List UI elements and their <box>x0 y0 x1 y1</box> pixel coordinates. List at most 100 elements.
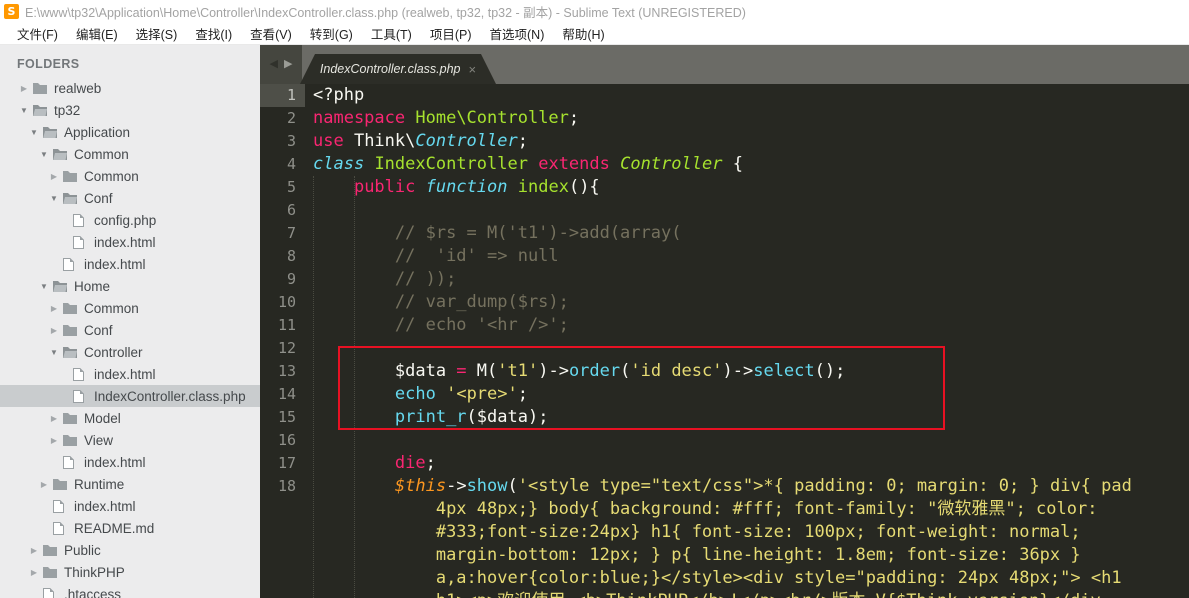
tree-folder-Common[interactable]: ▶ Common <box>0 165 260 187</box>
folder-icon <box>62 433 79 447</box>
code-text: $this->show('<style type="text/css">*{ p… <box>394 476 1132 496</box>
tree-file-index.html[interactable]: index.html <box>0 231 260 253</box>
tree-folder-Common[interactable]: ▼ Common <box>0 143 260 165</box>
tree-file-index.html[interactable]: index.html <box>0 451 260 473</box>
tree-item-label: View <box>84 432 114 448</box>
code-line[interactable]: 11 // echo '<hr />'; <box>260 314 1189 337</box>
code-line[interactable]: h1><p>欢迎使用 <b>ThinkPHP</b>!</p><br/>版本 V… <box>260 590 1189 598</box>
tree-file-config.php[interactable]: config.php <box>0 209 260 231</box>
chevron-down-icon[interactable]: ▼ <box>46 348 62 357</box>
code-line[interactable]: 6 <box>260 199 1189 222</box>
code-line[interactable]: 5 public function index(){ <box>260 176 1189 199</box>
tree-item-label: realweb <box>54 80 102 96</box>
tree-folder-tp32[interactable]: ▼ tp32 <box>0 99 260 121</box>
code-area[interactable]: 1 <?php 2 namespace Home\Controller; 3 use Th… <box>260 84 1189 598</box>
chevron-right-icon[interactable]: ▶ <box>36 480 52 489</box>
code-line[interactable]: 4 class IndexController extends Controlle… <box>260 153 1189 176</box>
nav-forward-icon[interactable]: ▶ <box>284 59 292 70</box>
tree-folder-Conf[interactable]: ▼ Conf <box>0 187 260 209</box>
menu-item[interactable]: 文件(F) <box>8 21 67 46</box>
tree-file-index.html[interactable]: index.html <box>0 363 260 385</box>
tree-folder-Public[interactable]: ▶ Public <box>0 539 260 561</box>
tree-folder-View[interactable]: ▶ View <box>0 429 260 451</box>
menu-item[interactable]: 编辑(E) <box>67 21 127 46</box>
tree-file-index.html[interactable]: index.html <box>0 253 260 275</box>
sublime-logo-icon: S <box>4 3 19 19</box>
code-line[interactable]: 15 print_r($data); <box>260 406 1189 429</box>
nav-back-icon[interactable]: ◀ <box>270 59 278 70</box>
code-text: h1><p>欢迎使用 <b>ThinkPHP</b>!</p><br/>版本 V… <box>305 590 1189 598</box>
code-line[interactable]: 14 echo '<pre>'; <box>260 383 1189 406</box>
tree-folder-ThinkPHP[interactable]: ▶ ThinkPHP <box>0 561 260 583</box>
tree-folder-Controller[interactable]: ▼ Controller <box>0 341 260 363</box>
folder-icon <box>32 81 49 95</box>
tree-folder-realweb[interactable]: ▶ realweb <box>0 77 260 99</box>
code-line[interactable]: 16 <box>260 429 1189 452</box>
chevron-right-icon[interactable]: ▶ <box>26 568 42 577</box>
code-line[interactable]: 3 use Think\Controller; <box>260 130 1189 153</box>
menu-item[interactable]: 工具(T) <box>362 21 421 46</box>
code-text: // $rs = M('t1')->add(array( <box>394 223 682 243</box>
chevron-right-icon[interactable]: ▶ <box>46 326 62 335</box>
line-number: 12 <box>277 339 296 357</box>
chevron-down-icon[interactable]: ▼ <box>36 150 52 159</box>
tree-folder-Conf[interactable]: ▶ Conf <box>0 319 260 341</box>
code-line[interactable]: 9 // )); <box>260 268 1189 291</box>
tab-active[interactable]: IndexController.class.php × <box>300 54 496 84</box>
menu-bar: 文件(F) 编辑(E) 选择(S) 查找(I) 查看(V) 转到(G) 工具(T) 项目(P)… <box>0 22 1189 45</box>
menu-item[interactable]: 项目(P) <box>421 21 481 46</box>
tree-folder-Runtime[interactable]: ▶ Runtime <box>0 473 260 495</box>
menu-item[interactable]: 查找(I) <box>186 21 241 46</box>
tree-item-label: Common <box>84 168 139 184</box>
tree-file-.htaccess[interactable]: .htaccess <box>0 583 260 598</box>
code-line[interactable]: 12 <box>260 337 1189 360</box>
code-line[interactable]: 17 die; <box>260 452 1189 475</box>
menu-item[interactable]: 帮助(H) <box>553 21 613 46</box>
menu-item[interactable]: 首选项(N) <box>481 21 554 46</box>
code-line[interactable]: a,a:hover{color:blue;}</style><div style… <box>260 567 1189 590</box>
tree-item-label: Common <box>84 300 139 316</box>
code-text: a,a:hover{color:blue;}</style><div style… <box>435 568 1122 588</box>
chevron-right-icon[interactable]: ▶ <box>16 84 32 93</box>
chevron-down-icon[interactable]: ▼ <box>26 128 42 137</box>
menu-item[interactable]: 转到(G) <box>301 21 362 46</box>
chevron-right-icon[interactable]: ▶ <box>46 414 62 423</box>
sidebar: FOLDERS ▶ realweb ▼ tp32 ▼ Application ▼ Common… <box>0 45 260 598</box>
code-line[interactable]: 13 $data = M('t1')->order('id desc')->se… <box>260 360 1189 383</box>
code-line[interactable]: 8 // 'id' => null <box>260 245 1189 268</box>
tree-file-README.md[interactable]: README.md <box>0 517 260 539</box>
folder-icon <box>62 323 79 337</box>
tree-folder-Application[interactable]: ▼ Application <box>0 121 260 143</box>
code-line[interactable]: 10 // var_dump($rs); <box>260 291 1189 314</box>
menu-item[interactable]: 选择(S) <box>127 21 187 46</box>
code-line[interactable]: 2 namespace Home\Controller; <box>260 107 1189 130</box>
tab-nav-zone: ◀ ▶ <box>260 45 302 84</box>
chevron-down-icon[interactable]: ▼ <box>36 282 52 291</box>
chevron-down-icon[interactable]: ▼ <box>16 106 32 115</box>
chevron-down-icon[interactable]: ▼ <box>46 194 62 203</box>
line-number <box>260 590 305 598</box>
file-icon <box>72 389 89 404</box>
tree-folder-Common[interactable]: ▶ Common <box>0 297 260 319</box>
code-line[interactable]: 18 $this->show('<style type="text/css">*… <box>260 475 1189 498</box>
tree-folder-Home[interactable]: ▼ Home <box>0 275 260 297</box>
chevron-right-icon[interactable]: ▶ <box>46 436 62 445</box>
code-line[interactable]: margin-bottom: 12px; } p{ line-height: 1… <box>260 544 1189 567</box>
code-line[interactable]: 4px 48px;} body{ background: #fff; font-… <box>260 498 1189 521</box>
tab-close-icon[interactable]: × <box>469 62 477 77</box>
code-line[interactable]: #333;font-size:24px} h1{ font-size: 100p… <box>260 521 1189 544</box>
chevron-right-icon[interactable]: ▶ <box>46 304 62 313</box>
tree-folder-Model[interactable]: ▶ Model <box>0 407 260 429</box>
folder-open-icon <box>42 125 59 139</box>
chevron-right-icon[interactable]: ▶ <box>46 172 62 181</box>
line-number: 2 <box>286 109 296 127</box>
chevron-right-icon[interactable]: ▶ <box>26 546 42 555</box>
tree-item-label: README.md <box>74 520 155 536</box>
tree-file-IndexController.class.php[interactable]: IndexController.class.php <box>0 385 260 407</box>
tree-file-index.html[interactable]: index.html <box>0 495 260 517</box>
menu-item[interactable]: 查看(V) <box>241 21 301 46</box>
indent-guide <box>354 176 355 598</box>
code-line[interactable]: 1 <?php <box>260 84 1189 107</box>
code-line[interactable]: 7 // $rs = M('t1')->add(array( <box>260 222 1189 245</box>
